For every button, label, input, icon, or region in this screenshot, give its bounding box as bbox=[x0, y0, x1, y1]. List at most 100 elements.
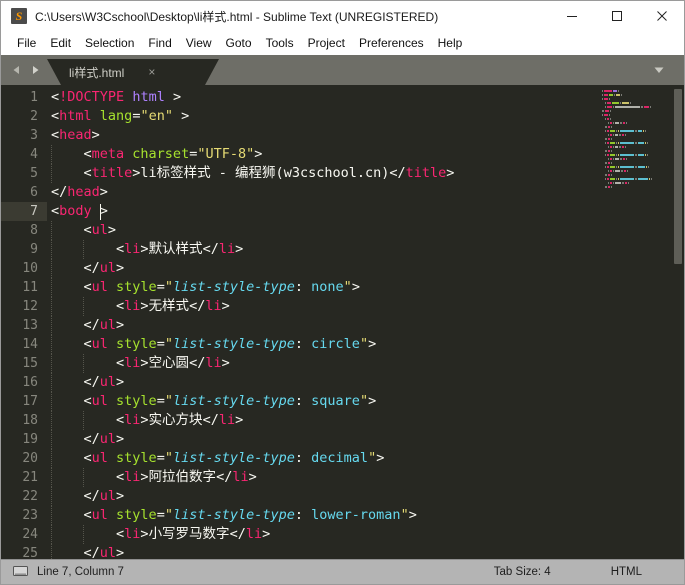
minimap-token bbox=[610, 118, 611, 120]
code-token: < bbox=[51, 298, 124, 314]
menu-item-goto[interactable]: Goto bbox=[219, 31, 259, 55]
minimap-token bbox=[635, 178, 637, 180]
cursor-position-label[interactable]: Line 7, Column 7 bbox=[37, 566, 124, 578]
vertical-scrollbar-thumb[interactable] bbox=[674, 89, 682, 264]
code-line[interactable]: <li>实心方块</li> bbox=[47, 411, 600, 430]
minimize-icon bbox=[566, 10, 578, 22]
minimap-token bbox=[620, 178, 634, 180]
code-line[interactable]: <ul style="list-style-type: lower-roman"… bbox=[47, 506, 600, 525]
line-number: 6 bbox=[1, 183, 47, 202]
minimap-token bbox=[610, 158, 612, 160]
minimap-token bbox=[613, 170, 614, 172]
code-line[interactable]: <li>默认样式</li> bbox=[47, 240, 600, 259]
vertical-scrollbar[interactable] bbox=[672, 85, 684, 559]
indent-guide bbox=[51, 278, 53, 297]
code-token: title bbox=[92, 165, 133, 181]
minimap-token bbox=[638, 142, 644, 144]
code-line[interactable]: <li>阿拉伯数字</li> bbox=[47, 468, 600, 487]
menu-item-find[interactable]: Find bbox=[141, 31, 178, 55]
menu-item-project[interactable]: Project bbox=[301, 31, 352, 55]
code-line[interactable]: <body > bbox=[47, 202, 600, 221]
code-token: 阿拉伯数字 bbox=[149, 469, 217, 485]
minimap-token bbox=[605, 126, 607, 128]
code-token: list-style-type bbox=[173, 279, 295, 295]
code-line[interactable]: <meta charset="UTF-8"> bbox=[47, 145, 600, 164]
minimize-button[interactable] bbox=[549, 1, 594, 31]
line-number: 21 bbox=[1, 468, 47, 487]
indent-guide bbox=[83, 525, 85, 544]
code-token: < bbox=[51, 222, 92, 238]
code-token: > bbox=[116, 317, 124, 333]
code-line[interactable]: <li>空心圆</li> bbox=[47, 354, 600, 373]
code-token bbox=[92, 108, 100, 124]
tab-dropdown-button[interactable] bbox=[652, 55, 666, 85]
indent-guide bbox=[51, 487, 53, 506]
code-line[interactable]: </ul> bbox=[47, 430, 600, 449]
menu-item-tools[interactable]: Tools bbox=[259, 31, 301, 55]
close-icon bbox=[656, 10, 668, 22]
code-line[interactable]: <!DOCTYPE html > bbox=[47, 88, 600, 107]
syntax-label[interactable]: HTML bbox=[611, 566, 642, 578]
chevron-right-icon[interactable] bbox=[29, 64, 41, 76]
minimap-token bbox=[607, 178, 609, 180]
minimap-token bbox=[648, 166, 649, 168]
line-number: 3 bbox=[1, 126, 47, 145]
minimap-token bbox=[607, 102, 611, 104]
tab-close-icon[interactable]: × bbox=[148, 66, 155, 78]
code-line[interactable]: <ul style="list-style-type: none"> bbox=[47, 278, 600, 297]
menu-item-help[interactable]: Help bbox=[431, 31, 470, 55]
close-button[interactable] bbox=[639, 1, 684, 31]
code-line[interactable]: </ul> bbox=[47, 487, 600, 506]
maximize-button[interactable] bbox=[594, 1, 639, 31]
minimap-token bbox=[613, 146, 614, 148]
code-line[interactable]: </ul> bbox=[47, 316, 600, 335]
code-line[interactable]: <ul style="list-style-type: circle"> bbox=[47, 335, 600, 354]
minimap[interactable] bbox=[600, 85, 672, 559]
code-token: > bbox=[262, 526, 270, 542]
minimap-token bbox=[605, 138, 607, 140]
chevron-left-icon[interactable] bbox=[11, 64, 23, 76]
code-line[interactable]: <ul style="list-style-type: decimal"> bbox=[47, 449, 600, 468]
code-line[interactable]: <ul> bbox=[47, 221, 600, 240]
code-token: ul bbox=[100, 374, 116, 390]
menu-item-file[interactable]: File bbox=[10, 31, 43, 55]
code-token: = bbox=[157, 279, 165, 295]
code-token: > bbox=[116, 545, 124, 559]
menu-item-preferences[interactable]: Preferences bbox=[352, 31, 431, 55]
minimap-token bbox=[602, 114, 603, 116]
code-line[interactable]: <title>li标签样式 - 编程狮(w3cschool.cn)</title… bbox=[47, 164, 600, 183]
code-line[interactable]: <li>小写罗马数字</li> bbox=[47, 525, 600, 544]
minimap-token bbox=[611, 162, 612, 164]
code-token: = bbox=[157, 507, 165, 523]
code-line[interactable]: </head> bbox=[47, 183, 600, 202]
minimap-token bbox=[625, 134, 626, 136]
code-token: > bbox=[116, 488, 124, 504]
code-token: </ bbox=[51, 488, 100, 504]
editor-tab[interactable]: li样式.html× bbox=[47, 59, 219, 85]
minimap-token bbox=[615, 182, 621, 184]
menu-item-view[interactable]: View bbox=[179, 31, 219, 55]
code-token: </ bbox=[203, 412, 219, 428]
minimap-token bbox=[620, 158, 622, 160]
code-line[interactable]: <ul style="list-style-type: square"> bbox=[47, 392, 600, 411]
code-line[interactable]: </ul> bbox=[47, 544, 600, 559]
minimap-token bbox=[615, 134, 618, 136]
menu-item-selection[interactable]: Selection bbox=[78, 31, 141, 55]
minimap-token bbox=[607, 118, 609, 120]
minimap-token bbox=[641, 106, 643, 108]
tab-size-label[interactable]: Tab Size: 4 bbox=[494, 566, 551, 578]
code-line[interactable]: <li>无样式</li> bbox=[47, 297, 600, 316]
code-token: < bbox=[51, 146, 92, 162]
line-number: 25 bbox=[1, 544, 47, 559]
minimap-token bbox=[605, 178, 606, 180]
code-token: li bbox=[219, 241, 235, 257]
menu-item-edit[interactable]: Edit bbox=[43, 31, 78, 55]
code-line[interactable]: </ul> bbox=[47, 373, 600, 392]
code-line[interactable]: </ul> bbox=[47, 259, 600, 278]
code-token: decimal bbox=[311, 450, 368, 466]
minimap-token bbox=[605, 150, 607, 152]
code-line[interactable]: <head> bbox=[47, 126, 600, 145]
minimap-token bbox=[650, 106, 651, 108]
code-content[interactable]: <!DOCTYPE html ><html lang="en" ><head> … bbox=[47, 85, 600, 559]
code-line[interactable]: <html lang="en" > bbox=[47, 107, 600, 126]
